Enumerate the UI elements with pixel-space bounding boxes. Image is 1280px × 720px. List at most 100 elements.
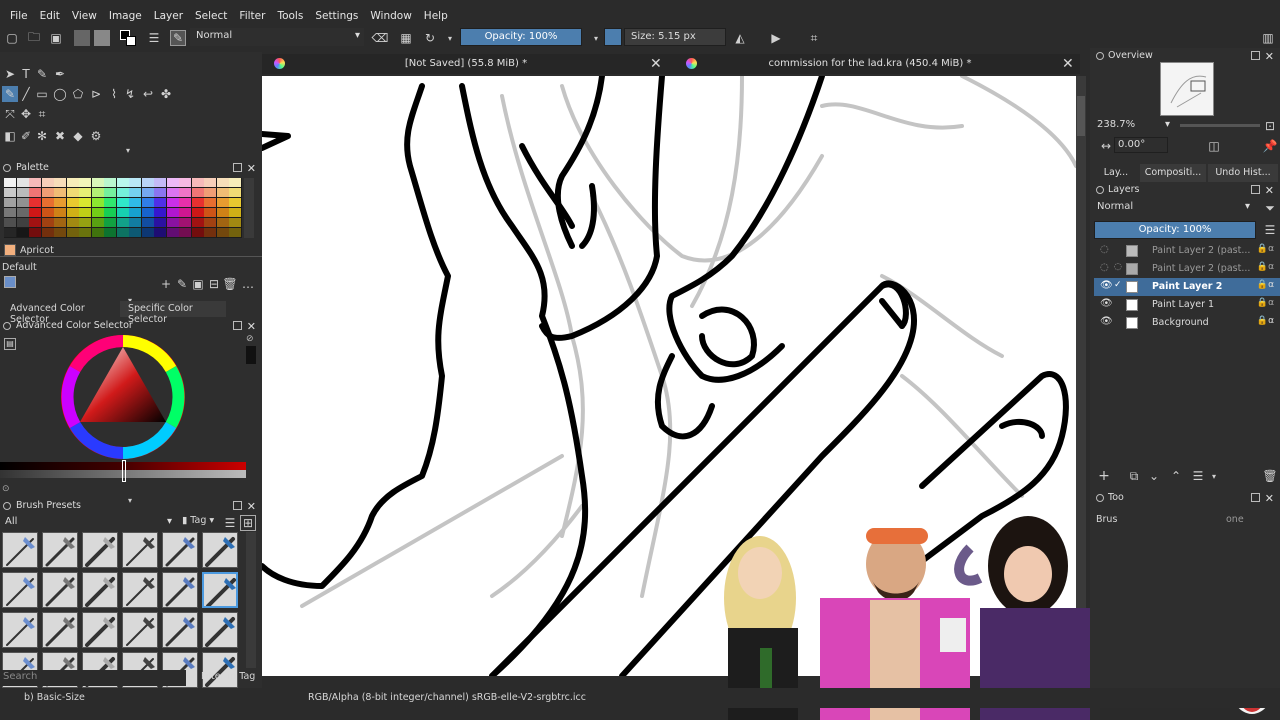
- palette-swatch[interactable]: [154, 218, 166, 227]
- lock-icon[interactable]: 🔒α: [1257, 262, 1274, 272]
- menu-settings[interactable]: Settings: [309, 8, 364, 26]
- palette-swatch[interactable]: [129, 198, 141, 207]
- palette-swatch[interactable]: [116, 218, 129, 227]
- mirror-vertical-icon[interactable]: ▶: [768, 30, 784, 46]
- palette-swatch[interactable]: [129, 228, 141, 237]
- palette-swatch[interactable]: [166, 218, 179, 227]
- edit-icon[interactable]: ✎: [174, 276, 190, 292]
- menu-image[interactable]: Image: [103, 8, 148, 26]
- palette-swatch[interactable]: [229, 208, 241, 217]
- float-docker-icon[interactable]: [1251, 51, 1260, 60]
- brush-preset-thumbnail[interactable]: [82, 572, 118, 608]
- palette-swatch[interactable]: [66, 208, 79, 217]
- palette-swatch[interactable]: [4, 178, 16, 187]
- zoom-select[interactable]: 238.7% ▾: [1094, 118, 1174, 134]
- crop-tool-icon[interactable]: ⌗: [34, 106, 50, 122]
- freehand-path-icon[interactable]: ↯: [122, 86, 138, 102]
- palette-swatch[interactable]: [66, 188, 79, 197]
- rotation-input[interactable]: 0.00°: [1114, 137, 1168, 153]
- tab-advanced-color-selector[interactable]: Advanced Color Selector: [0, 301, 120, 325]
- layer-row-active[interactable]: 👁 ✓ Paint Layer 2 🔒α: [1094, 278, 1280, 296]
- palette-swatch[interactable]: [91, 228, 104, 237]
- eye-hidden-icon[interactable]: ◌: [1100, 244, 1109, 255]
- close-icon[interactable]: ✕: [1265, 184, 1274, 197]
- palette-swatch[interactable]: [141, 178, 154, 187]
- palette-swatch[interactable]: [229, 218, 241, 227]
- brush-preset-thumbnail[interactable]: [82, 532, 118, 568]
- reload-icon[interactable]: ↻: [422, 30, 438, 46]
- palette-swatch[interactable]: [79, 188, 91, 197]
- palette-swatch[interactable]: [129, 218, 141, 227]
- duplicate-layer-icon[interactable]: ⧉: [1126, 468, 1142, 484]
- text-tool-icon[interactable]: T: [18, 66, 34, 82]
- palette-swatch[interactable]: [191, 228, 204, 237]
- smart-patch-icon[interactable]: ✖: [52, 128, 68, 144]
- move-tool-icon[interactable]: ✥: [18, 106, 34, 122]
- close-icon[interactable]: ✕: [247, 162, 256, 175]
- chevron-up-icon[interactable]: ⌃: [1168, 468, 1184, 484]
- eye-icon[interactable]: 👁: [1100, 316, 1113, 327]
- palette-swatch[interactable]: [54, 198, 66, 207]
- palette-swatch[interactable]: [54, 188, 66, 197]
- palette-swatch[interactable]: [216, 198, 229, 207]
- pin-icon[interactable]: 📌: [1262, 138, 1278, 154]
- palette-swatch[interactable]: [216, 178, 229, 187]
- palette-swatch[interactable]: [216, 228, 229, 237]
- chevron-down-icon[interactable]: ▾: [442, 30, 458, 46]
- docker-lock-icon[interactable]: [3, 322, 11, 330]
- float-docker-icon[interactable]: [233, 501, 242, 510]
- palette-swatch[interactable]: [41, 188, 54, 197]
- palette-swatch[interactable]: [166, 188, 179, 197]
- palette-swatch[interactable]: [179, 228, 191, 237]
- palette-swatch[interactable]: [116, 198, 129, 207]
- select-shapes-icon[interactable]: ➤: [2, 66, 18, 82]
- palette-swatch[interactable]: [66, 178, 79, 187]
- more-icon[interactable]: …: [240, 276, 256, 292]
- brush-preset-thumbnail[interactable]: [122, 572, 158, 608]
- polygon-tool-icon[interactable]: ⬠: [70, 86, 86, 102]
- overview-thumbnail[interactable]: [1160, 62, 1214, 116]
- brush-filter-select[interactable]: All ▾: [2, 515, 176, 530]
- lock-icon[interactable]: 🔒α: [1257, 280, 1274, 290]
- brush-preset-thumbnail[interactable]: [162, 612, 198, 648]
- fill-tool-icon[interactable]: ◆: [70, 128, 86, 144]
- palette-swatch[interactable]: [91, 188, 104, 197]
- palette-swatch[interactable]: [104, 188, 116, 197]
- palette-swatch[interactable]: [16, 188, 29, 197]
- eye-hidden-icon[interactable]: ◌: [1100, 262, 1109, 273]
- chevron-down-icon[interactable]: ⌄: [1146, 468, 1162, 484]
- bezier-tool-icon[interactable]: ⌇: [106, 86, 122, 102]
- palette-swatch[interactable]: [91, 218, 104, 227]
- trash-icon[interactable]: 🗑: [1262, 468, 1278, 484]
- crop-icon[interactable]: ⌗: [806, 30, 822, 46]
- status-color-space[interactable]: RGB/Alpha (8-bit integer/channel) sRGB-e…: [308, 692, 586, 703]
- mirror-view-icon[interactable]: ◫: [1206, 138, 1222, 154]
- palette-swatch[interactable]: [154, 198, 166, 207]
- checkbox-icon[interactable]: ◌: [1114, 262, 1122, 272]
- palette-swatch[interactable]: [166, 198, 179, 207]
- palette-swatch[interactable]: [129, 178, 141, 187]
- palette-swatch[interactable]: [116, 208, 129, 217]
- brush-preset-thumbnail[interactable]: [202, 612, 238, 648]
- brush-presets-scrollbar[interactable]: [246, 532, 256, 668]
- docker-lock-icon[interactable]: [3, 164, 11, 172]
- tab-commission[interactable]: commission for the lad.kra (450.4 MiB) *: [674, 54, 1066, 74]
- brush-preset-thumbnail[interactable]: [2, 572, 38, 608]
- palette-swatch[interactable]: [141, 198, 154, 207]
- layer-row[interactable]: 👁 Paint Layer 1 🔒α: [1094, 296, 1280, 314]
- brush-preset-thumbnail[interactable]: [42, 612, 78, 648]
- brush-preset-thumbnail[interactable]: [202, 572, 238, 608]
- palette-swatch[interactable]: [29, 208, 41, 217]
- menu-file[interactable]: File: [4, 8, 34, 26]
- layer-row[interactable]: ◌ Paint Layer 2 (past... 🔒α: [1094, 242, 1280, 260]
- palette-swatch[interactable]: [204, 188, 216, 197]
- palette-swatch[interactable]: [16, 208, 29, 217]
- scrollbar-thumb[interactable]: [1077, 96, 1085, 136]
- brush-preset-thumbnail[interactable]: [202, 532, 238, 568]
- palette-swatch[interactable]: [41, 198, 54, 207]
- palette-swatch[interactable]: [104, 178, 116, 187]
- palette-swatch[interactable]: [16, 178, 29, 187]
- palette-swatch[interactable]: [204, 198, 216, 207]
- brush-preset-thumbnail[interactable]: [42, 532, 78, 568]
- rectangle-tool-icon[interactable]: ▭: [34, 86, 50, 102]
